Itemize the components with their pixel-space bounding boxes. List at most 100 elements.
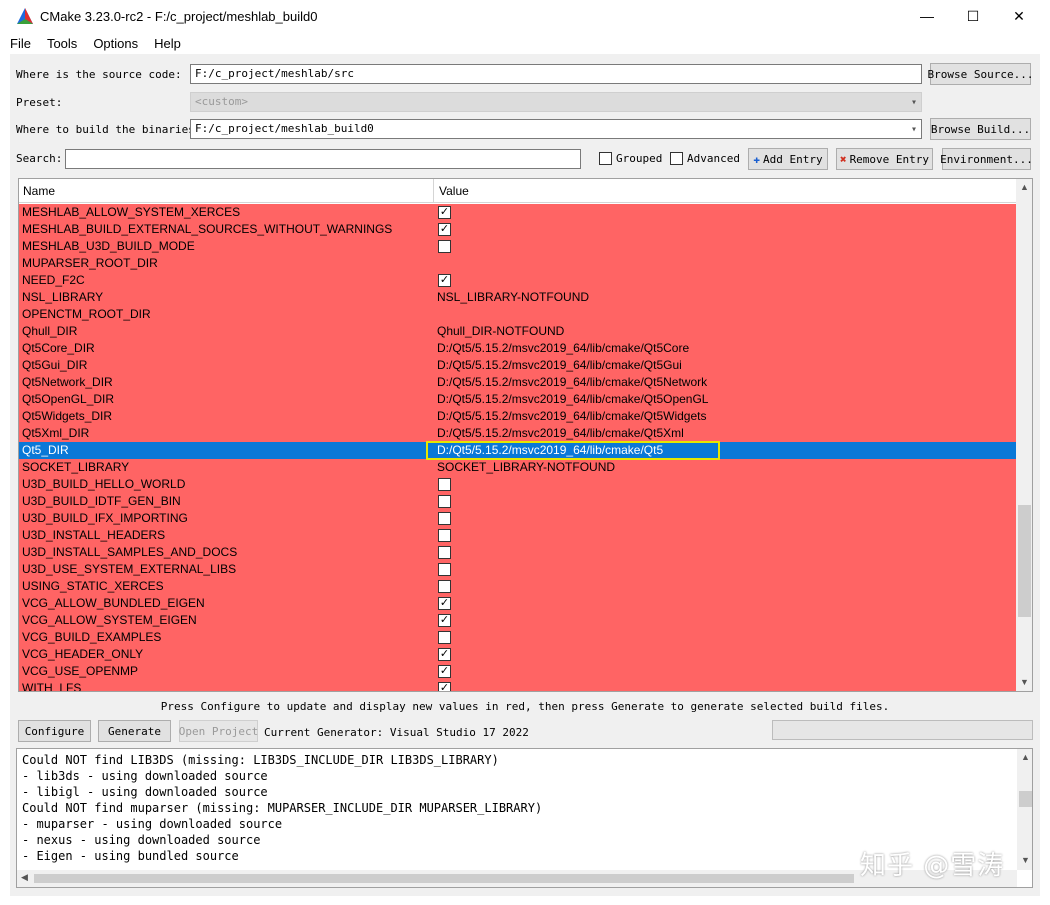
scroll-down-icon[interactable]: ▼ [1017, 855, 1033, 865]
row-value[interactable]: Qhull_DIR-NOTFOUND [437, 324, 564, 338]
log-line: - libigl - using downloaded source [22, 785, 268, 799]
table-row[interactable]: Qt5Xml_DIRD:/Qt5/5.15.2/msvc2019_64/lib/… [19, 425, 1016, 442]
row-name: VCG_ALLOW_SYSTEM_EIGEN [22, 613, 197, 627]
browse-source-button[interactable]: Browse Source... [930, 63, 1031, 85]
minimize-icon: — [920, 8, 934, 24]
row-checkbox[interactable] [438, 580, 451, 593]
row-checkbox[interactable] [438, 563, 451, 576]
table-header: Name Value [19, 179, 1016, 203]
scrollbar-thumb[interactable] [34, 874, 854, 883]
row-value[interactable]: D:/Qt5/5.15.2/msvc2019_64/lib/cmake/Qt5G… [437, 358, 682, 372]
row-checkbox[interactable] [438, 495, 451, 508]
column-header-value[interactable]: Value [439, 184, 469, 198]
table-row[interactable]: U3D_BUILD_IDTF_GEN_BIN [19, 493, 1016, 510]
table-row[interactable]: MESHLAB_U3D_BUILD_MODE [19, 238, 1016, 255]
row-checkbox[interactable]: ✓ [438, 665, 451, 678]
log-line: - lib3ds - using downloaded source [22, 769, 268, 783]
menu-tools[interactable]: Tools [45, 36, 79, 51]
row-checkbox[interactable] [438, 529, 451, 542]
table-row[interactable]: U3D_USE_SYSTEM_EXTERNAL_LIBS [19, 561, 1016, 578]
title-bar: CMake 3.23.0-rc2 - F:/c_project/meshlab_… [0, 0, 1050, 32]
row-checkbox[interactable] [438, 546, 451, 559]
row-checkbox[interactable]: ✓ [438, 206, 451, 219]
row-value[interactable]: SOCKET_LIBRARY-NOTFOUND [437, 460, 615, 474]
table-row[interactable]: U3D_INSTALL_HEADERS [19, 527, 1016, 544]
table-row[interactable]: WITH_LFS ✓ [19, 680, 1016, 692]
advanced-checkbox[interactable] [670, 152, 683, 165]
maximize-icon: ☐ [967, 8, 980, 25]
menu-help[interactable]: Help [152, 36, 183, 51]
table-row[interactable]: VCG_ALLOW_BUNDLED_EIGEN✓ [19, 595, 1016, 612]
scroll-up-icon[interactable]: ▲ [1016, 182, 1033, 192]
table-row[interactable]: NEED_F2C✓ [19, 272, 1016, 289]
x-icon: ✖ [840, 153, 847, 166]
row-checkbox[interactable]: ✓ [438, 223, 451, 236]
row-checkbox[interactable]: ✓ [438, 648, 451, 661]
row-checkbox[interactable]: ✓ [438, 682, 451, 692]
row-value[interactable]: D:/Qt5/5.15.2/msvc2019_64/lib/cmake/Qt5C… [437, 341, 689, 355]
table-row[interactable]: Qt5Network_DIRD:/Qt5/5.15.2/msvc2019_64/… [19, 374, 1016, 391]
row-checkbox[interactable] [438, 631, 451, 644]
scroll-down-icon[interactable]: ▼ [1016, 677, 1033, 687]
table-row[interactable]: VCG_BUILD_EXAMPLES [19, 629, 1016, 646]
build-path-input[interactable]: F:/c_project/meshlab_build0 ▾ [190, 119, 922, 139]
table-row[interactable]: U3D_BUILD_HELLO_WORLD [19, 476, 1016, 493]
row-value[interactable]: NSL_LIBRARY-NOTFOUND [437, 290, 589, 304]
table-row[interactable]: VCG_ALLOW_SYSTEM_EIGEN ✓ [19, 612, 1016, 629]
table-row[interactable]: OPENCTM_ROOT_DIR [19, 306, 1016, 323]
row-value[interactable]: D:/Qt5/5.15.2/msvc2019_64/lib/cmake/Qt5X… [437, 426, 684, 440]
row-name: Qt5Core_DIR [22, 341, 95, 355]
table-row[interactable]: MUPARSER_ROOT_DIR [19, 255, 1016, 272]
row-name: U3D_INSTALL_SAMPLES_AND_DOCS [22, 545, 237, 559]
log-vertical-scrollbar[interactable]: ▲ ▼ [1017, 749, 1033, 870]
minimize-button[interactable]: — [904, 0, 950, 32]
row-value[interactable]: D:/Qt5/5.15.2/msvc2019_64/lib/cmake/Qt5N… [437, 375, 707, 389]
browse-build-button[interactable]: Browse Build... [930, 118, 1031, 140]
row-checkbox[interactable] [438, 240, 451, 253]
menu-file[interactable]: File [8, 36, 33, 51]
table-row[interactable]: NSL_LIBRARYNSL_LIBRARY-NOTFOUND [19, 289, 1016, 306]
chevron-down-icon[interactable]: ▾ [911, 123, 917, 137]
scroll-left-icon[interactable]: ◀ [21, 872, 28, 883]
search-input[interactable] [65, 149, 581, 169]
add-entry-button[interactable]: ✚ Add Entry [748, 148, 828, 170]
row-checkbox[interactable]: ✓ [438, 274, 451, 287]
row-name: WITH_LFS [22, 681, 81, 692]
scrollbar-thumb[interactable] [1018, 505, 1031, 617]
table-row[interactable]: Qt5OpenGL_DIRD:/Qt5/5.15.2/msvc2019_64/l… [19, 391, 1016, 408]
remove-entry-button[interactable]: ✖ Remove Entry [836, 148, 933, 170]
table-row[interactable]: U3D_INSTALL_SAMPLES_AND_DOCS [19, 544, 1016, 561]
grouped-checkbox[interactable] [599, 152, 612, 165]
configure-button[interactable]: Configure [18, 720, 91, 742]
table-row[interactable]: SOCKET_LIBRARYSOCKET_LIBRARY-NOTFOUND [19, 459, 1016, 476]
close-button[interactable]: ✕ [996, 0, 1042, 32]
scrollbar-thumb[interactable] [1019, 791, 1032, 807]
table-row[interactable]: MESHLAB_BUILD_EXTERNAL_SOURCES_WITHOUT_W… [19, 221, 1016, 238]
maximize-button[interactable]: ☐ [950, 0, 996, 32]
row-checkbox[interactable]: ✓ [438, 614, 451, 627]
source-path-input[interactable]: F:/c_project/meshlab/src [190, 64, 922, 84]
table-vertical-scrollbar[interactable]: ▲ ▼ [1016, 179, 1033, 691]
remove-entry-label: Remove Entry [850, 153, 929, 166]
environment-button[interactable]: Environment... [942, 148, 1031, 170]
scroll-up-icon[interactable]: ▲ [1017, 752, 1033, 762]
table-row[interactable]: VCG_HEADER_ONLY✓ [19, 646, 1016, 663]
row-checkbox[interactable]: ✓ [438, 597, 451, 610]
table-row[interactable]: MESHLAB_ALLOW_SYSTEM_XERCES✓ [19, 204, 1016, 221]
row-value[interactable]: D:/Qt5/5.15.2/msvc2019_64/lib/cmake/Qt5W… [437, 409, 706, 423]
table-row[interactable]: Qt5_DIRD:/Qt5/5.15.2/msvc2019_64/lib/cma… [19, 442, 1016, 459]
table-row[interactable]: USING_STATIC_XERCES [19, 578, 1016, 595]
table-row[interactable]: Qt5Widgets_DIRD:/Qt5/5.15.2/msvc2019_64/… [19, 408, 1016, 425]
row-value[interactable]: D:/Qt5/5.15.2/msvc2019_64/lib/cmake/Qt5O… [437, 392, 708, 406]
table-row[interactable]: Qt5Core_DIR D:/Qt5/5.15.2/msvc2019_64/lib… [19, 340, 1016, 357]
table-row[interactable]: Qt5Gui_DIRD:/Qt5/5.15.2/msvc2019_64/lib/… [19, 357, 1016, 374]
table-row[interactable]: Qhull_DIRQhull_DIR-NOTFOUND [19, 323, 1016, 340]
menu-options[interactable]: Options [91, 36, 140, 51]
table-row[interactable]: VCG_USE_OPENMP✓ [19, 663, 1016, 680]
generate-button[interactable]: Generate [98, 720, 171, 742]
table-row[interactable]: U3D_BUILD_IFX_IMPORTING [19, 510, 1016, 527]
grouped-label: Grouped [616, 152, 662, 165]
row-checkbox[interactable] [438, 478, 451, 491]
column-header-name[interactable]: Name [23, 184, 55, 198]
row-checkbox[interactable] [438, 512, 451, 525]
